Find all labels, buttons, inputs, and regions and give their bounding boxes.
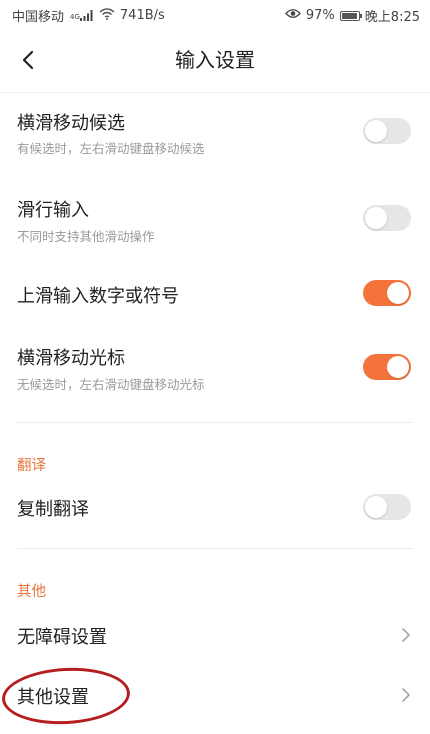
setting-title: 复制翻译 (17, 499, 89, 520)
toggle-glide-input[interactable] (363, 205, 411, 231)
section-label-translate: 翻译 (17, 458, 46, 474)
setting-title: 横滑移动候选 (17, 113, 125, 134)
setting-title: 横滑移动光标 (17, 348, 125, 369)
setting-title: 其他设置 (17, 687, 89, 708)
carrier-name: 中国移动 (12, 10, 65, 25)
battery-percent: 97% (305, 8, 335, 23)
battery-icon (339, 10, 362, 21)
page-title: 输入设置 (175, 48, 255, 72)
setting-title: 滑行输入 (17, 200, 89, 221)
setting-row-copy-translate[interactable]: 复制翻译 (0, 482, 430, 532)
setting-row-swipe-candidate[interactable]: 横滑移动候选 有候选时，左右滑动键盘移动候选 (0, 96, 430, 176)
setting-title: 上滑输入数字或符号 (17, 286, 179, 307)
section-label-other: 其他 (17, 584, 46, 600)
setting-subtitle: 不同时支持其他滑动操作 (17, 229, 155, 244)
setting-row-other-settings[interactable]: 其他设置 (0, 670, 430, 720)
status-left: 中国移动 4G 741B/s (12, 6, 165, 25)
chevron-right-icon (402, 688, 410, 702)
toggle-knob (365, 120, 387, 142)
divider (17, 422, 413, 423)
toggle-knob (365, 496, 387, 518)
setting-subtitle: 有候选时，左右滑动键盘移动候选 (17, 141, 205, 156)
network-type: 4G (70, 13, 80, 21)
eye-icon (285, 8, 301, 23)
chevron-right-icon (402, 628, 410, 642)
wifi-icon (99, 7, 115, 24)
toggle-knob (387, 282, 409, 304)
setting-title: 无障碍设置 (17, 627, 107, 648)
toggle-swipe-cursor[interactable] (363, 354, 411, 380)
setting-row-swipe-up-symbols[interactable]: 上滑输入数字或符号 (0, 268, 430, 318)
divider (17, 548, 413, 549)
setting-row-glide-input[interactable]: 滑行输入 不同时支持其他滑动操作 (0, 184, 430, 264)
status-bar: 中国移动 4G 741B/s 97% 晚上8:25 (0, 0, 430, 28)
setting-row-accessibility[interactable]: 无障碍设置 (0, 610, 430, 660)
network-speed: 741B/s (119, 8, 165, 23)
status-right: 97% 晚上8:25 (285, 6, 420, 25)
setting-row-swipe-cursor[interactable]: 横滑移动光标 无候选时，左右滑动键盘移动光标 (0, 334, 430, 414)
setting-subtitle: 无候选时，左右滑动键盘移动光标 (17, 377, 205, 392)
toggle-knob (387, 356, 409, 378)
signal-icon: 4G (69, 10, 94, 21)
toggle-copy-translate[interactable] (363, 494, 411, 520)
toggle-swipe-up-symbols[interactable] (363, 280, 411, 306)
header: 输入设置 (0, 28, 430, 93)
clock: 晚上8:25 (364, 10, 420, 25)
battery-fill (341, 12, 358, 19)
toggle-knob (365, 207, 387, 229)
toggle-swipe-candidate[interactable] (363, 118, 411, 144)
